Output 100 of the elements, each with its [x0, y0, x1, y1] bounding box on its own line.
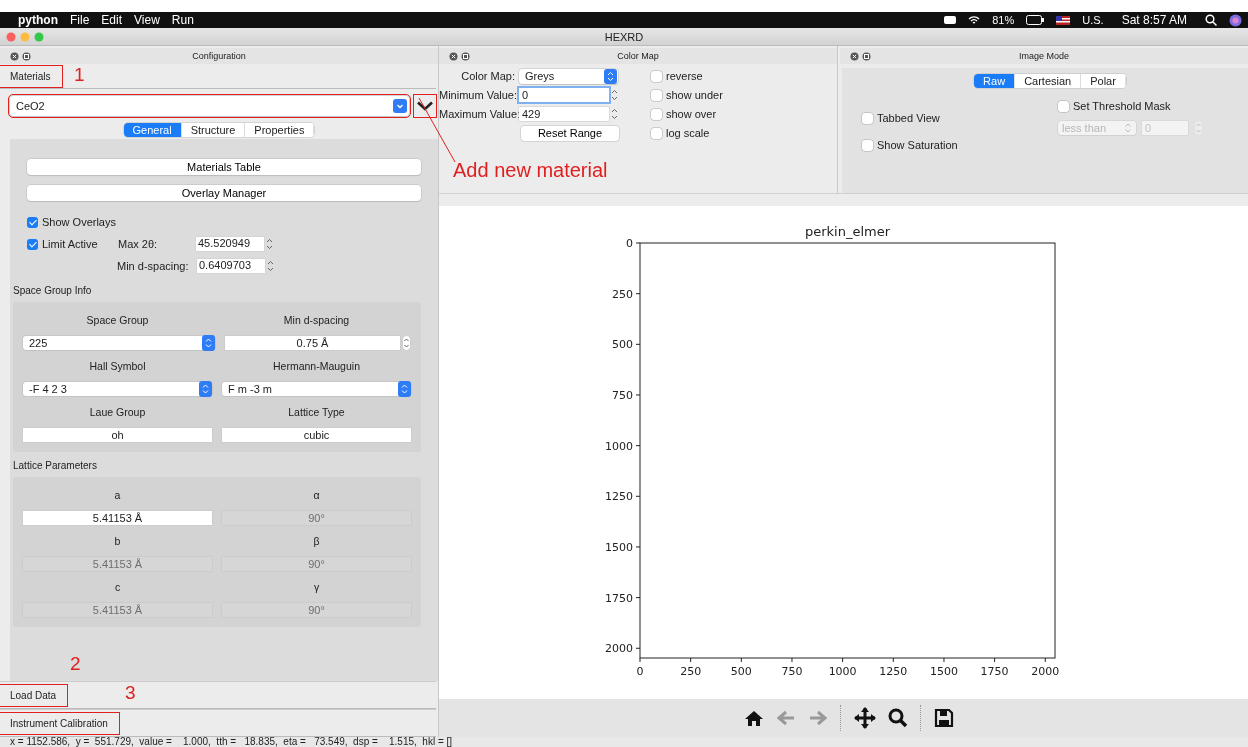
- home-icon[interactable]: [743, 709, 764, 727]
- field-label: Hall Symbol: [88, 359, 147, 372]
- field-label: α: [312, 488, 321, 501]
- field-label: Hermann-Mauguin: [272, 359, 361, 372]
- checkbox[interactable]: [651, 127, 662, 139]
- tick-label: 1000: [828, 665, 857, 678]
- stepper-icon[interactable]: [267, 260, 274, 272]
- checkbox[interactable]: [651, 70, 662, 82]
- spin-field[interactable]: 0.75 Å: [225, 335, 400, 350]
- annotation-number: 1: [74, 64, 85, 86]
- input-source[interactable]: U.S.: [1082, 14, 1104, 26]
- menu-item[interactable]: Edit: [101, 13, 123, 27]
- section-header[interactable]: Load Data: [0, 684, 68, 706]
- add-material-button[interactable]: [414, 95, 436, 117]
- section-header[interactable]: Materials: [0, 65, 62, 87]
- window-title: HEXRD: [603, 30, 645, 43]
- panel-title: Configuration: [191, 51, 247, 61]
- field-label: Maximum Value:: [439, 108, 517, 120]
- checkbox[interactable]: [651, 89, 662, 101]
- dock-controls[interactable]: [850, 51, 872, 61]
- group-title: Lattice Parameters: [13, 460, 98, 471]
- chart-title: perkin_elmer: [804, 224, 891, 239]
- field-label: Minimum Value:: [439, 89, 517, 101]
- checkbox-label: Show Saturation: [877, 139, 958, 151]
- menu-item[interactable]: View: [134, 13, 160, 27]
- status-bar: x = 1152.586, y = 551.729, value = 1.000, tth = 18.835, eta = 73.549, dsp = 1.515, hkl = []: [0, 737, 1248, 747]
- panel-button[interactable]: Materials Table: [27, 159, 421, 175]
- field-label: Max 2θ:: [118, 238, 159, 250]
- stepper-icon[interactable]: [266, 238, 273, 250]
- panel-title: Image Mode: [1018, 51, 1070, 61]
- checkbox-label: Tabbed View: [877, 112, 940, 124]
- text-field[interactable]: cubic: [222, 427, 411, 442]
- field-label: a: [113, 488, 122, 501]
- tick-label: 1250: [879, 665, 908, 678]
- field-label: c: [113, 580, 122, 593]
- field-label: γ: [312, 580, 321, 593]
- field-label: b: [113, 534, 122, 547]
- menu-item[interactable]: File: [70, 13, 90, 27]
- siri-icon[interactable]: [1229, 13, 1242, 27]
- number-field[interactable]: 429: [519, 107, 609, 121]
- camera-icon[interactable]: [944, 15, 957, 25]
- material-dropdown[interactable]: CeO2: [10, 96, 409, 116]
- tick-label: 750: [612, 389, 633, 402]
- tick-label: 1750: [980, 665, 1009, 678]
- colormap-dropdown[interactable]: Greys: [519, 68, 618, 84]
- dropdown[interactable]: -F 4 2 3: [23, 381, 212, 396]
- tick-label: 1500: [605, 540, 633, 554]
- save-icon[interactable]: [933, 708, 954, 728]
- tick-label: 250: [680, 665, 702, 678]
- battery-icon[interactable]: [1026, 15, 1045, 25]
- field-label: Min d-spacing: [282, 313, 351, 326]
- tick-label: 750: [781, 665, 803, 678]
- clock[interactable]: Sat 8:57 AM: [1121, 13, 1187, 27]
- wifi-icon[interactable]: [968, 14, 981, 26]
- number-field[interactable]: 0: [519, 88, 609, 102]
- panel-title: Color Map: [616, 51, 660, 61]
- stepper-icon[interactable]: [611, 88, 618, 102]
- checkbox[interactable]: [862, 112, 873, 124]
- text-field[interactable]: 5.41153 Å: [23, 510, 212, 525]
- menu-item[interactable]: Run: [171, 13, 194, 27]
- section-header[interactable]: Instrument Calibration: [0, 712, 119, 734]
- tab[interactable]: Raw: [974, 74, 1016, 88]
- field-label: Min d-spacing:: [117, 260, 190, 272]
- tick-label: 0: [636, 665, 644, 678]
- dock-controls[interactable]: [449, 51, 471, 61]
- tick-label: 1750: [605, 591, 633, 605]
- text-field[interactable]: oh: [23, 427, 212, 442]
- tick-label: 1250: [605, 490, 633, 504]
- dropdown[interactable]: F m -3 m: [222, 381, 411, 396]
- panel-button[interactable]: Overlay Manager: [27, 185, 421, 201]
- tab[interactable]: General: [123, 123, 182, 137]
- app-menu[interactable]: python: [18, 13, 58, 27]
- dock-controls[interactable]: [10, 51, 32, 61]
- annotation-number: 2: [70, 653, 81, 675]
- move-icon[interactable]: [853, 707, 876, 729]
- stepper-icon[interactable]: [611, 107, 618, 121]
- chevron-down-icon: [417, 101, 433, 111]
- reset-range-button[interactable]: Reset Range: [521, 125, 619, 141]
- checkbox-label: Limit Active: [42, 238, 99, 250]
- dropdown[interactable]: 225: [23, 335, 215, 350]
- search-icon[interactable]: [1205, 14, 1217, 26]
- tick-label: 1500: [929, 665, 958, 678]
- checkbox[interactable]: [27, 238, 38, 250]
- annotation-number: 3: [125, 682, 136, 704]
- tick-label: 250: [612, 287, 633, 301]
- field-label: Color Map:: [460, 70, 516, 82]
- checkbox[interactable]: [27, 216, 38, 228]
- battery-percent: 81%: [992, 14, 1015, 26]
- dropdown-arrow-icon: [1124, 122, 1132, 134]
- checkbox[interactable]: [651, 108, 662, 120]
- flag-icon[interactable]: [1056, 15, 1071, 25]
- zoom-icon[interactable]: [887, 708, 908, 728]
- field-label: Lattice Type: [287, 405, 346, 418]
- tick-label: 2000: [1031, 665, 1060, 678]
- checkbox-label: show under: [666, 89, 723, 101]
- tick-label: 500: [730, 665, 752, 678]
- dropdown-arrow-icon: [604, 68, 617, 84]
- checkbox-label: show over: [666, 108, 717, 120]
- checkbox[interactable]: [862, 139, 873, 151]
- tick-label: 500: [612, 338, 633, 352]
